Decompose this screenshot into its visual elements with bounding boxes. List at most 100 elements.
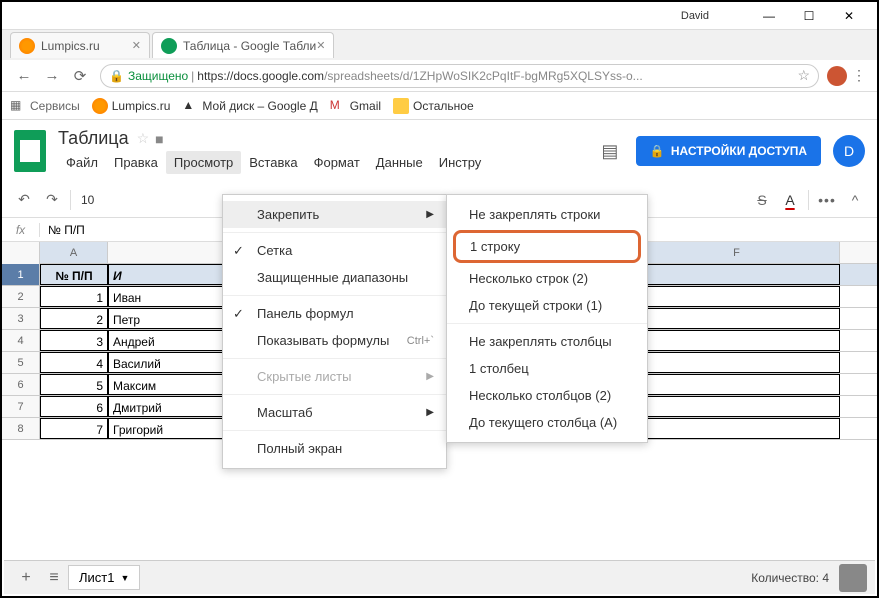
col-header-b[interactable] xyxy=(108,242,239,263)
cell[interactable] xyxy=(634,396,840,417)
freeze-to-current-col[interactable]: До текущего столбца (A) xyxy=(447,409,647,436)
document-title[interactable]: Таблица xyxy=(58,128,129,149)
comments-button[interactable]: ▤ xyxy=(596,137,624,165)
apps-button[interactable]: ▦ Сервисы xyxy=(10,98,80,114)
row-header[interactable]: 6 xyxy=(2,374,40,395)
reload-button[interactable]: ⟳ xyxy=(68,64,92,88)
all-sheets-button[interactable]: ≡ xyxy=(40,564,68,592)
row-header[interactable]: 1 xyxy=(2,264,40,285)
cell[interactable]: Максим xyxy=(108,374,239,395)
formula-input[interactable]: № П/П xyxy=(40,223,93,237)
check-icon: ✓ xyxy=(233,306,244,322)
share-button[interactable]: 🔒 НАСТРОЙКИ ДОСТУПА xyxy=(636,136,821,166)
menu-tools[interactable]: Инстру xyxy=(431,151,490,174)
chevron-right-icon: ▶ xyxy=(426,407,434,418)
browser-menu-button[interactable]: ⋮ xyxy=(849,67,869,84)
freeze-one-row[interactable]: 1 строку xyxy=(453,230,641,263)
text-color-button[interactable]: A xyxy=(776,186,804,214)
menu-format[interactable]: Формат xyxy=(306,151,368,174)
cell[interactable]: 3 xyxy=(40,330,108,351)
cell[interactable] xyxy=(634,374,840,395)
freeze-to-current-row[interactable]: До текущей строки (1) xyxy=(447,292,647,319)
cell[interactable]: 1 xyxy=(40,286,108,307)
cell[interactable]: Петр xyxy=(108,308,239,329)
menu-formula-bar[interactable]: ✓ Панель формул xyxy=(223,300,446,327)
user-avatar[interactable]: D xyxy=(833,135,865,167)
window-minimize-button[interactable] xyxy=(749,4,789,28)
tab-close-icon[interactable]: ✕ xyxy=(316,39,325,52)
sheet-tab[interactable]: Лист1 ▼ xyxy=(68,565,140,590)
cell[interactable]: Андрей xyxy=(108,330,239,351)
tab-close-icon[interactable]: ✕ xyxy=(132,39,141,52)
cell[interactable]: 7 xyxy=(40,418,108,439)
collapse-button[interactable]: ^ xyxy=(841,186,869,214)
menu-edit[interactable]: Правка xyxy=(106,151,166,174)
menu-freeze[interactable]: Закрепить ▶ xyxy=(223,201,446,228)
row-header[interactable]: 7 xyxy=(2,396,40,417)
row-header[interactable]: 5 xyxy=(2,352,40,373)
menu-zoom[interactable]: Масштаб ▶ xyxy=(223,399,446,426)
cell[interactable] xyxy=(634,286,840,307)
row-header[interactable]: 2 xyxy=(2,286,40,307)
browser-tab-lumpics[interactable]: Lumpics.ru ✕ xyxy=(10,32,150,58)
more-button[interactable]: ••• xyxy=(813,186,841,214)
cell[interactable] xyxy=(634,264,840,285)
forward-button[interactable]: → xyxy=(40,64,64,88)
back-button[interactable]: ← xyxy=(12,64,36,88)
row-header[interactable]: 3 xyxy=(2,308,40,329)
window-close-button[interactable] xyxy=(829,4,869,28)
menu-fullscreen[interactable]: Полный экран xyxy=(223,435,446,462)
freeze-submenu: Не закреплять строки 1 строку Несколько … xyxy=(446,194,648,443)
extension-icon[interactable] xyxy=(827,66,847,86)
chevron-down-icon[interactable]: ▼ xyxy=(120,573,129,583)
bookmark-star-icon[interactable]: ☆ xyxy=(797,67,810,84)
freeze-multi-rows[interactable]: Несколько строк (2) xyxy=(447,265,647,292)
freeze-multi-cols[interactable]: Несколько столбцов (2) xyxy=(447,382,647,409)
col-header-f[interactable]: F xyxy=(634,242,840,263)
cell[interactable]: И xyxy=(108,264,239,285)
cell[interactable]: 5 xyxy=(40,374,108,395)
undo-button[interactable]: ↶ xyxy=(10,186,38,214)
freeze-no-rows[interactable]: Не закреплять строки xyxy=(447,201,647,228)
col-header-a[interactable]: A xyxy=(40,242,108,263)
browser-tab-sheets[interactable]: Таблица - Google Табли ✕ xyxy=(152,32,334,58)
menu-protected-ranges[interactable]: Защищенные диапазоны xyxy=(223,264,446,291)
menu-data[interactable]: Данные xyxy=(368,151,431,174)
menu-insert[interactable]: Вставка xyxy=(241,151,305,174)
cell[interactable]: 6 xyxy=(40,396,108,417)
cell[interactable]: Иван xyxy=(108,286,239,307)
cell[interactable]: 4 xyxy=(40,352,108,373)
row-header[interactable]: 8 xyxy=(2,418,40,439)
sheets-logo-icon[interactable] xyxy=(14,130,46,172)
move-folder-icon[interactable]: ■ xyxy=(155,131,163,147)
cell[interactable] xyxy=(634,330,840,351)
add-sheet-button[interactable]: + xyxy=(12,564,40,592)
bookmark-gmail[interactable]: M Gmail xyxy=(330,98,381,114)
menu-view[interactable]: Просмотр xyxy=(166,151,241,174)
menu-gridlines[interactable]: ✓ Сетка xyxy=(223,237,446,264)
select-all-corner[interactable] xyxy=(2,242,40,264)
cell[interactable] xyxy=(634,352,840,373)
window-maximize-button[interactable] xyxy=(789,4,829,28)
cell[interactable] xyxy=(634,308,840,329)
freeze-no-cols[interactable]: Не закреплять столбцы xyxy=(447,328,647,355)
cell[interactable]: № П/П xyxy=(40,264,108,285)
redo-button[interactable]: ↷ xyxy=(38,186,66,214)
strikethrough-button[interactable]: S xyxy=(748,186,776,214)
zoom-value[interactable]: 10 xyxy=(75,193,100,207)
menu-file[interactable]: Файл xyxy=(58,151,106,174)
bookmark-other[interactable]: Остальное xyxy=(393,98,474,114)
freeze-one-col[interactable]: 1 столбец xyxy=(447,355,647,382)
address-field[interactable]: 🔒 Защищено | https://docs.google.com /sp… xyxy=(100,64,819,88)
bookmark-drive[interactable]: ▲ Мой диск – Google Д xyxy=(182,98,317,114)
cell[interactable] xyxy=(634,418,840,439)
row-header[interactable]: 4 xyxy=(2,330,40,351)
star-icon[interactable]: ☆ xyxy=(137,130,150,147)
menu-show-formulas[interactable]: Показывать формулы Ctrl+` xyxy=(223,327,446,354)
explore-button[interactable] xyxy=(839,564,867,592)
cell[interactable]: Василий xyxy=(108,352,239,373)
cell[interactable]: 2 xyxy=(40,308,108,329)
cell[interactable]: Григорий xyxy=(108,418,239,439)
cell[interactable]: Дмитрий xyxy=(108,396,239,417)
bookmark-lumpics[interactable]: Lumpics.ru xyxy=(92,98,171,114)
